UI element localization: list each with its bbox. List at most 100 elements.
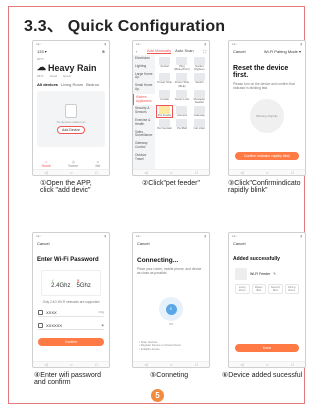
pairing-header: Cancel Wi-Fi Pairing Mode ▾ xyxy=(229,47,305,55)
device-label: Mosquito Swatter xyxy=(193,96,205,105)
screenshot-wifi-password: ●●○ ▮ Cancel Enter Wi-Fi Password ✓ 2.4Ghz… xyxy=(32,232,110,368)
change-network-link[interactable]: Chg xyxy=(98,310,104,314)
category-item[interactable]: Security & Sensors xyxy=(133,105,155,117)
feeder-image xyxy=(235,268,247,280)
caption-step-1-line1: ①Open the APP, xyxy=(40,180,92,187)
category-item[interactable]: Large Home Ap. xyxy=(133,71,155,83)
device-tile[interactable]: Cat Litter xyxy=(192,119,207,130)
temperature: 20°C xyxy=(37,57,44,61)
bottom-nav: ⌂ Home ◷ Scene ☺ Me xyxy=(33,160,109,168)
password-value: XXXXXX xyxy=(46,322,63,328)
device-label: Smart Lock xyxy=(174,96,190,101)
device-label: Pet Feeder xyxy=(157,113,172,118)
ssid-value: XXXX xyxy=(46,309,57,315)
empty-device-icon xyxy=(65,104,77,118)
category-browser: Electrician Lighting Large Home Ap. Smal… xyxy=(133,55,209,175)
screenshot-home: ●●○ ▮ 133 ▾ ⊕ 20°C ☁ Heavy Rain 25°C Good… xyxy=(32,40,110,176)
device-tile[interactable]: Plug (BLE+Wi-Fi) xyxy=(174,57,190,72)
room-chip[interactable]: Master Bed xyxy=(251,284,266,294)
cancel-link[interactable]: Cancel xyxy=(233,241,245,246)
category-item[interactable]: Electrician xyxy=(133,55,155,63)
wifi-heading: Enter Wi-Fi Password xyxy=(37,257,99,263)
room-chip[interactable]: Second Bed xyxy=(268,284,283,294)
added-heading: Added successfully xyxy=(233,256,280,262)
add-device-header: ‹ Add Manually Auto Scan ⛶ xyxy=(133,47,209,55)
caption-step-4: ④Enter wifi password and confirm xyxy=(34,372,101,386)
device-tile[interactable]: Pet Ball xyxy=(174,119,189,130)
reset-heading: Reset the device first. xyxy=(233,65,289,79)
pairing-mode-select[interactable]: Wi-Fi Pairing Mode ▾ xyxy=(264,49,301,54)
device-label: Power Strip (BLE) xyxy=(174,80,190,88)
device-tile[interactable]: Pet fountain xyxy=(157,119,172,130)
nav-me-label: Me xyxy=(95,164,101,168)
add-device-button[interactable]: Add Device xyxy=(57,126,85,134)
category-item[interactable]: Small Home Ap. xyxy=(133,82,155,94)
no-device-hint: No devices added yet xyxy=(56,120,86,124)
category-sidebar: Electrician Lighting Large Home Ap. Smal… xyxy=(133,55,155,175)
cancel-link[interactable]: Cancel xyxy=(233,49,245,54)
device-tile[interactable]: Power Strip (BLE) xyxy=(174,73,189,87)
category-item[interactable]: Gateway Control xyxy=(133,140,155,152)
nav-me[interactable]: ☺ Me xyxy=(95,160,100,168)
device-tile[interactable]: Camera xyxy=(174,106,189,117)
room-chip[interactable]: Dining Room xyxy=(284,284,299,294)
band-2g-label: 2.4Ghz xyxy=(51,282,71,289)
search-progress: ⌕ xyxy=(159,297,183,321)
tab-all-devices[interactable]: All devices xyxy=(37,82,58,87)
caption-step-1-line2: click "add devic" xyxy=(40,187,91,194)
device-label: Plug (BLE+Wi-Fi) xyxy=(174,64,190,72)
section-title: 3.3、 Quick Configuration xyxy=(24,18,226,35)
category-item[interactable]: Video Surveillance xyxy=(133,129,155,141)
device-label: Socket (Zigbee) xyxy=(194,64,205,72)
tab-auto-scan[interactable]: Auto Scan xyxy=(175,48,193,54)
cloud-icon: ☁ xyxy=(37,62,46,72)
device-grid: Socket Plug (BLE+Wi-Fi) Socket (Zigbee) … xyxy=(155,55,209,175)
device-tile[interactable]: Socket (Zigbee) xyxy=(192,57,207,71)
password-field[interactable]: XXXXXX ◉ xyxy=(38,321,104,330)
back-icon[interactable]: ‹ xyxy=(136,49,137,54)
room-tabs: All devices Living Room Bedroo xyxy=(33,80,109,89)
confirm-blink-button[interactable]: Confirm indicator rapidly blink xyxy=(235,152,299,160)
device-tile[interactable]: Gateway xyxy=(192,106,207,117)
stat-outdoor: 25°C xyxy=(37,74,44,78)
add-mode-tabs: Add Manually Auto Scan xyxy=(146,48,194,54)
cancel-link[interactable]: Cancel xyxy=(137,241,149,246)
device-tile[interactable]: Socket xyxy=(157,57,172,71)
done-button[interactable]: Done xyxy=(235,344,299,352)
pet-feeder-tile[interactable]: Pet Feeder xyxy=(155,105,174,119)
device-tile[interactable]: Power Strip xyxy=(157,73,172,87)
category-item-kitchen[interactable]: Kitchen Appliances xyxy=(133,93,155,106)
category-item[interactable]: Outdoor Travel xyxy=(133,152,155,164)
category-item[interactable]: Lighting xyxy=(133,63,155,71)
wifi-header: Cancel xyxy=(33,239,109,247)
scan-icon[interactable]: ⛶ xyxy=(203,49,206,54)
connecting-heading: Connecting... xyxy=(137,257,179,264)
tab-bedroom[interactable]: Bedroo xyxy=(86,82,99,87)
nav-home[interactable]: ⌂ Home xyxy=(42,160,51,168)
device-label: Switch xyxy=(195,80,204,85)
empty-device-card: No devices added yet Add Device xyxy=(37,91,105,147)
device-tile[interactable]: Smart Lock xyxy=(174,89,190,104)
tab-add-manually[interactable]: Add Manually xyxy=(146,48,172,54)
device-tile[interactable]: Mosquito Swatter xyxy=(192,89,207,105)
device-label: Power Strip xyxy=(157,80,172,85)
nav-scene[interactable]: ◷ Scene xyxy=(68,160,78,168)
connecting-header: Cancel xyxy=(133,239,209,247)
device-tile[interactable]: Curtain xyxy=(157,89,172,104)
caption-step-4-line1: ④Enter wifi password xyxy=(34,372,101,379)
confirm-button[interactable]: Confirm xyxy=(38,338,104,346)
category-item[interactable]: Exercise & Health xyxy=(133,117,155,129)
cancel-link[interactable]: Cancel xyxy=(37,241,49,246)
stat-quality: Good xyxy=(63,74,71,78)
tab-living-room[interactable]: Living Room xyxy=(61,82,83,87)
device-tile[interactable]: Switch xyxy=(192,73,207,87)
home-selector[interactable]: 133 ▾ xyxy=(37,49,47,54)
system-nav-bar: ◁ ○ □ xyxy=(229,361,305,367)
edit-icon[interactable]: ✎ xyxy=(273,272,276,276)
ssid-field[interactable]: XXXX Chg xyxy=(38,308,104,317)
room-chip[interactable]: Living Room xyxy=(235,284,250,294)
blink-label: Blinking Rapidly xyxy=(256,114,278,118)
eye-icon[interactable]: ◉ xyxy=(101,323,104,327)
add-icon[interactable]: ⊕ xyxy=(102,49,105,54)
added-header: Cancel xyxy=(229,239,305,247)
